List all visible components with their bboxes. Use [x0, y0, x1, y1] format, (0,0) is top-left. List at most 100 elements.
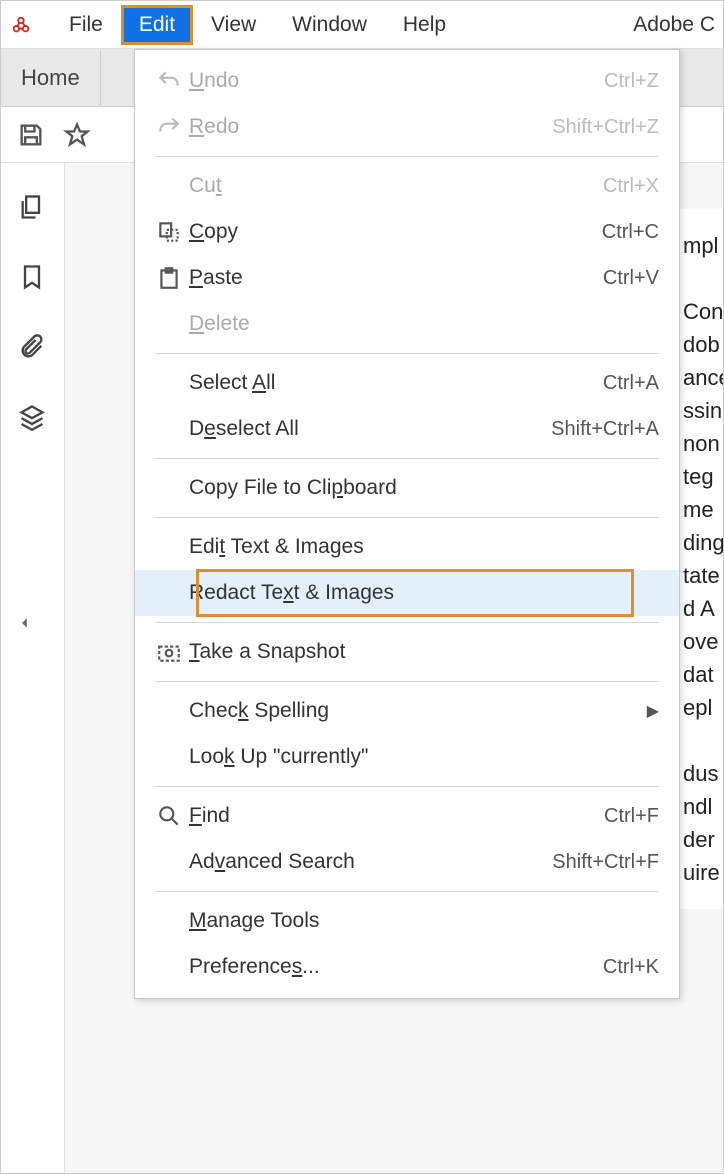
menu-shortcut: Ctrl+F	[604, 805, 659, 828]
doc-text-fragment: tate	[683, 559, 723, 592]
menu-item-look-up-currently[interactable]: Look Up "currently"	[135, 734, 679, 780]
doc-text-fragment: dus	[683, 757, 723, 790]
menu-shortcut: Shift+Ctrl+Z	[552, 116, 659, 139]
menu-item-label: Advanced Search	[189, 850, 552, 874]
menu-item-label: Copy	[189, 220, 602, 244]
doc-text-fragment	[683, 724, 723, 757]
menu-item-label: Check Spelling	[189, 699, 639, 723]
menu-item-label: Preferences...	[189, 955, 603, 979]
paste-icon	[149, 265, 189, 291]
menu-separator	[155, 681, 659, 682]
menu-item-redo: RedoShift+Ctrl+Z	[135, 104, 679, 150]
app-icon	[9, 13, 33, 37]
attachment-icon[interactable]	[18, 333, 48, 363]
menu-item-manage-tools[interactable]: Manage Tools	[135, 898, 679, 944]
menu-item-copy[interactable]: CopyCtrl+C	[135, 209, 679, 255]
doc-text-fragment: ance	[683, 361, 723, 394]
menu-separator	[155, 517, 659, 518]
menu-item-label: Find	[189, 804, 604, 828]
menu-item-label: Take a Snapshot	[189, 640, 659, 664]
menu-shortcut: Shift+Ctrl+F	[552, 851, 659, 874]
menu-item-label: Delete	[189, 312, 659, 336]
doc-text-fragment: uire	[683, 856, 723, 889]
menu-item-select-all[interactable]: Select AllCtrl+A	[135, 360, 679, 406]
layers-icon[interactable]	[18, 403, 48, 433]
menu-separator	[155, 891, 659, 892]
menu-item-advanced-search[interactable]: Advanced SearchShift+Ctrl+F	[135, 839, 679, 885]
menu-item-edit-text-images[interactable]: Edit Text & Images	[135, 524, 679, 570]
doc-text-fragment: mpl	[683, 229, 723, 262]
menu-edit[interactable]: Edit	[121, 5, 193, 45]
menu-shortcut: Ctrl+A	[603, 372, 659, 395]
menu-item-find[interactable]: FindCtrl+F	[135, 793, 679, 839]
bookmark-icon[interactable]	[18, 263, 48, 293]
menu-shortcut: Ctrl+K	[603, 956, 659, 979]
star-icon[interactable]	[63, 121, 91, 149]
doc-text-fragment: non	[683, 427, 723, 460]
doc-text-fragment: d A	[683, 592, 723, 625]
doc-text-fragment: ove	[683, 625, 723, 658]
menu-item-preferences[interactable]: Preferences...Ctrl+K	[135, 944, 679, 990]
doc-text-fragment: der	[683, 823, 723, 856]
doc-text-fragment: teg	[683, 460, 723, 493]
menu-cloud[interactable]: Adobe C	[633, 13, 723, 37]
find-icon	[149, 803, 189, 829]
submenu-arrow-icon: ▶	[647, 701, 659, 721]
left-sidebar	[1, 163, 65, 1173]
menu-separator	[155, 156, 659, 157]
menu-item-label: Copy File to Clipboard	[189, 476, 659, 500]
doc-text-fragment: epl	[683, 691, 723, 724]
menu-item-label: Edit Text & Images	[189, 535, 659, 559]
doc-text-fragment: ssin	[683, 394, 723, 427]
menu-item-label: Cut	[189, 174, 603, 198]
save-icon[interactable]	[17, 121, 45, 149]
menu-separator	[155, 458, 659, 459]
menu-help[interactable]: Help	[385, 5, 464, 45]
menu-shortcut: Ctrl+C	[602, 221, 659, 244]
menu-item-paste[interactable]: PasteCtrl+V	[135, 255, 679, 301]
doc-text-fragment: me	[683, 493, 723, 526]
menu-item-label: Look Up "currently"	[189, 745, 659, 769]
camera-icon	[149, 639, 189, 665]
menu-item-deselect-all[interactable]: Deselect AllShift+Ctrl+A	[135, 406, 679, 452]
menu-item-redact-text-images[interactable]: Redact Text & Images	[135, 570, 679, 616]
doc-text-fragment: Cont	[683, 295, 723, 328]
menu-window[interactable]: Window	[274, 5, 385, 45]
doc-text-fragment: dob	[683, 328, 723, 361]
doc-text-fragment	[683, 262, 723, 295]
edit-dropdown: UndoCtrl+ZRedoShift+Ctrl+ZCutCtrl+XCopyC…	[134, 49, 680, 999]
menu-item-label: Select All	[189, 371, 603, 395]
menu-shortcut: Ctrl+V	[603, 267, 659, 290]
menu-item-label: Redact Text & Images	[189, 581, 659, 605]
menu-item-check-spelling[interactable]: Check Spelling ▶	[135, 688, 679, 734]
menu-separator	[155, 786, 659, 787]
menu-item-label: Manage Tools	[189, 909, 659, 933]
menu-item-label: Undo	[189, 69, 604, 93]
menu-file[interactable]: File	[51, 5, 121, 45]
menu-shortcut: Ctrl+X	[603, 175, 659, 198]
home-tab[interactable]: Home	[1, 51, 101, 105]
menubar: FileEditViewWindowHelp Adobe C	[1, 1, 723, 49]
doc-text-fragment: ndl	[683, 790, 723, 823]
collapse-icon[interactable]	[18, 613, 48, 643]
menu-view[interactable]: View	[193, 5, 274, 45]
menu-item-label: Redo	[189, 115, 552, 139]
menu-item-label: Paste	[189, 266, 603, 290]
redo-icon	[149, 114, 189, 140]
menu-separator	[155, 353, 659, 354]
copy-icon	[149, 219, 189, 245]
document-page: mpl Contdobancessinnontegmedingtated Aov…	[675, 209, 723, 909]
pages-icon[interactable]	[18, 193, 48, 223]
menu-item-cut: CutCtrl+X	[135, 163, 679, 209]
doc-text-fragment: dat	[683, 658, 723, 691]
menu-separator	[155, 622, 659, 623]
menu-item-label: Deselect All	[189, 417, 551, 441]
menu-item-delete: Delete	[135, 301, 679, 347]
menu-item-undo: UndoCtrl+Z	[135, 58, 679, 104]
menu-item-copy-file-to-clipboard[interactable]: Copy File to Clipboard	[135, 465, 679, 511]
menu-shortcut: Ctrl+Z	[604, 70, 659, 93]
menu-shortcut: Shift+Ctrl+A	[551, 418, 659, 441]
undo-icon	[149, 68, 189, 94]
doc-text-fragment: ding	[683, 526, 723, 559]
menu-item-take-a-snapshot[interactable]: Take a Snapshot	[135, 629, 679, 675]
